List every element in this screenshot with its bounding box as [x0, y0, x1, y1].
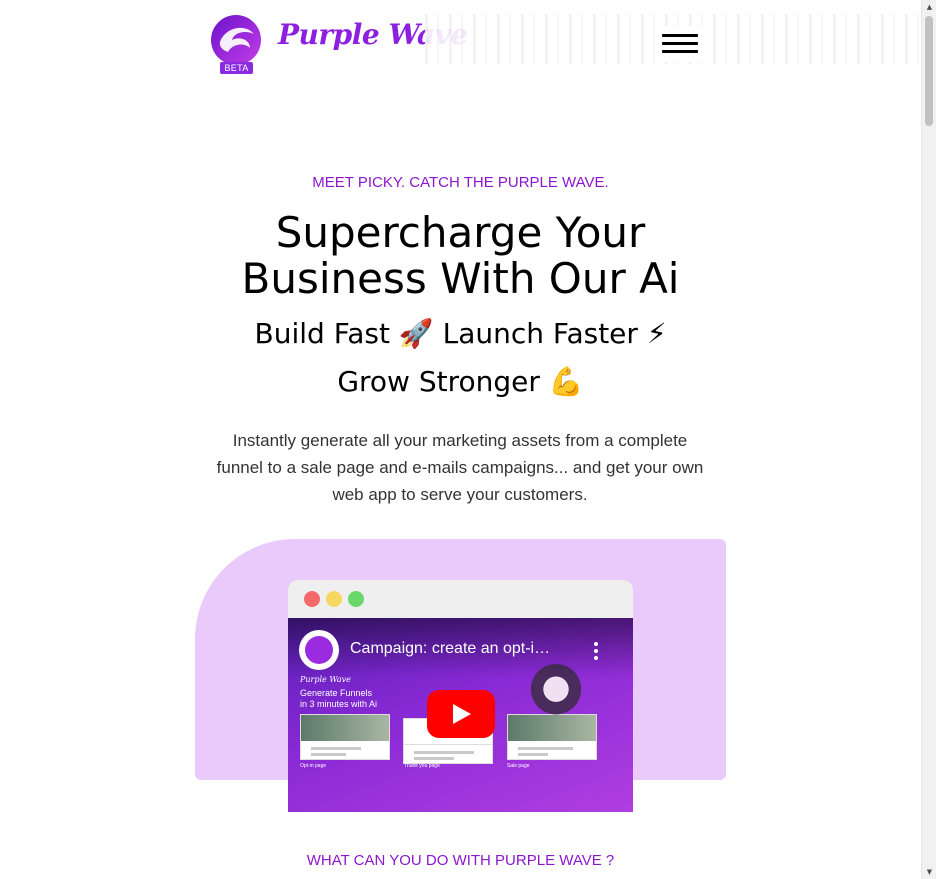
subhead-line-1: Build Fast 🚀 Launch Faster ⚡ — [254, 317, 667, 350]
video-title[interactable]: Campaign: create an opt-i… — [350, 640, 580, 658]
browser-toolbar — [288, 580, 633, 618]
beta-badge: BETA — [220, 62, 253, 74]
sale-page-thumbnail — [507, 714, 597, 760]
headline-line-2: Business With Our Ai — [241, 254, 680, 303]
hero-headline: Supercharge Your Business With Our Ai — [0, 210, 921, 302]
hero-eyebrow: MEET PICKY. CATCH THE PURPLE WAVE. — [312, 174, 609, 191]
hamburger-menu-icon[interactable] — [655, 26, 705, 62]
menu-bar — [662, 50, 698, 53]
window-maximize-dot — [348, 591, 364, 607]
optin-page-thumbnail — [300, 714, 390, 760]
page-label: Opt-in page — [300, 763, 327, 769]
hero-description: Instantly generate all your marketing as… — [216, 431, 704, 504]
page-label: Thank you page — [404, 763, 440, 769]
page-scrollbar[interactable]: ▲ ▼ — [921, 0, 936, 879]
menu-bar — [662, 42, 698, 45]
scroll-up-arrow-icon[interactable]: ▲ — [922, 0, 936, 14]
menu-bar — [662, 34, 698, 37]
headline-line-1: Supercharge Your — [275, 208, 646, 257]
more-options-icon[interactable] — [594, 642, 598, 660]
subhead-line-2: Grow Stronger 💪 — [337, 365, 584, 398]
channel-avatar[interactable] — [299, 630, 339, 670]
window-close-dot — [304, 591, 320, 607]
page-label: Sale page — [507, 763, 530, 769]
scroll-down-arrow-icon[interactable]: ▼ — [922, 865, 936, 879]
youtube-video-embed[interactable]: Purple Wave Generate Funnels in 3 minute… — [288, 618, 633, 812]
thumbnail-heading-line-1: Generate Funnels — [300, 688, 373, 698]
site-header: BETA Purple Wave — [0, 0, 921, 80]
features-eyebrow: WHAT CAN YOU DO WITH PURPLE WAVE ? — [306, 852, 615, 869]
window-minimize-dot — [326, 591, 342, 607]
scrollbar-thumb[interactable] — [925, 16, 933, 126]
hero-subhead: Build Fast 🚀 Launch Faster ⚡ Grow Strong… — [0, 310, 921, 406]
thumbnail-heading-line-2: in 3 minutes with Ai — [300, 699, 378, 709]
browser-mockup: Purple Wave Generate Funnels in 3 minute… — [288, 580, 633, 812]
youtube-play-icon[interactable] — [427, 690, 495, 738]
thumbnail-heading: Generate Funnels in 3 minutes with Ai — [300, 688, 377, 710]
